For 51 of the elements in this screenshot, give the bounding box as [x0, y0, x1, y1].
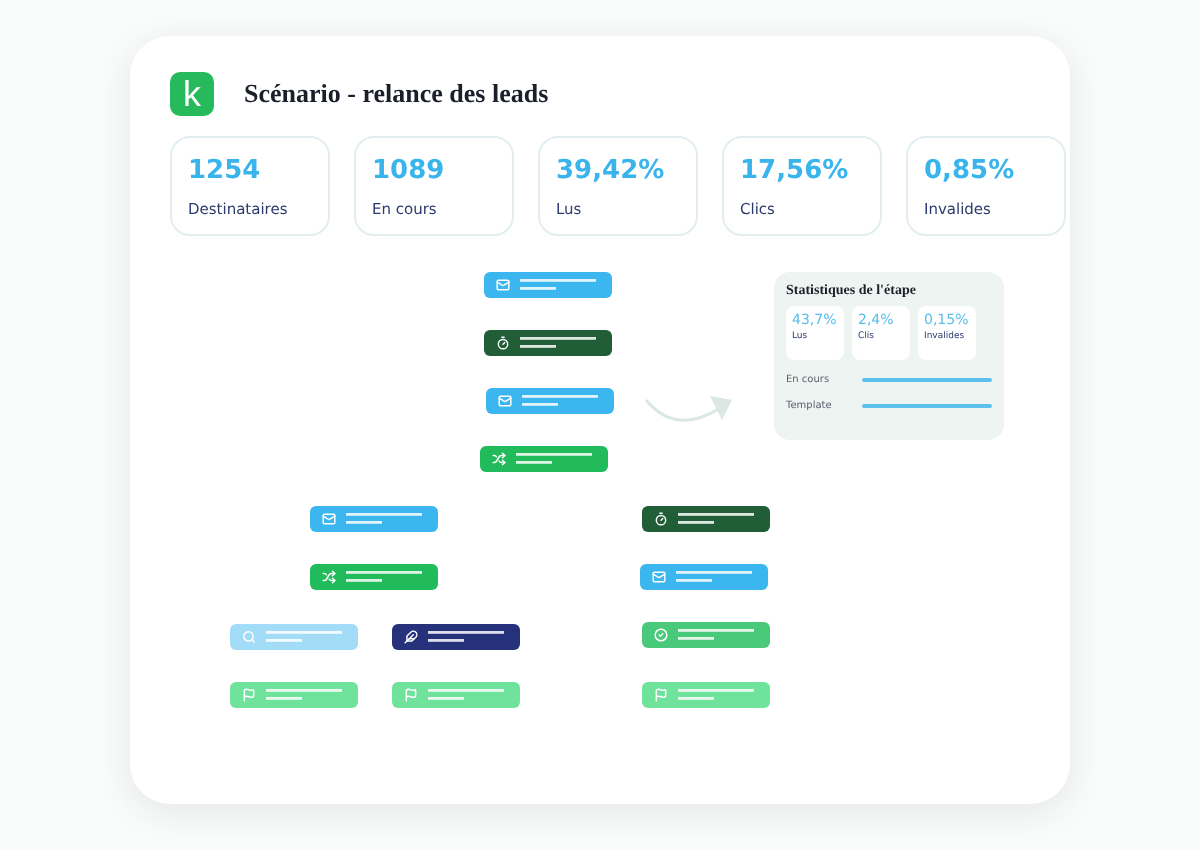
text-lines-drawing — [266, 688, 346, 702]
envelope-icon — [496, 278, 510, 292]
text-lines-drawing — [346, 570, 426, 584]
flow-node[interactable] — [640, 564, 768, 590]
text-lines-drawing — [346, 512, 426, 526]
shuffle-icon — [492, 452, 506, 466]
stat-value: 17,56% — [740, 156, 851, 186]
scenario-title: Scénario - relance des leads — [244, 78, 549, 110]
progress-line — [862, 378, 992, 382]
stat-value: 39,42% — [556, 156, 667, 186]
text-lines-drawing — [676, 570, 756, 584]
text-lines-drawing — [520, 278, 600, 292]
flow-node[interactable] — [392, 624, 520, 650]
search-icon — [242, 630, 256, 644]
text-lines-drawing — [678, 512, 758, 526]
text-lines-drawing — [428, 630, 508, 644]
flow-node[interactable] — [486, 388, 614, 414]
flow-node[interactable] — [392, 682, 520, 708]
envelope-icon — [498, 394, 512, 408]
envelope-icon — [322, 512, 336, 526]
text-lines-drawing — [678, 688, 758, 702]
text-lines-drawing — [522, 394, 602, 408]
flow-node[interactable] — [484, 272, 612, 298]
text-lines-drawing — [266, 630, 346, 644]
flow-node[interactable] — [310, 506, 438, 532]
flow-node[interactable] — [642, 506, 770, 532]
shuffle-icon — [322, 570, 336, 584]
check-circle-icon — [654, 628, 668, 642]
stopwatch-icon — [496, 336, 510, 350]
progress-line — [862, 404, 992, 408]
flag-icon — [242, 688, 256, 702]
flow-node[interactable] — [642, 622, 770, 648]
flow-node[interactable] — [230, 624, 358, 650]
flow-node[interactable] — [310, 564, 438, 590]
logo: k — [170, 72, 214, 116]
envelope-icon — [652, 570, 666, 584]
text-lines-drawing — [428, 688, 508, 702]
flow-node[interactable] — [484, 330, 612, 356]
flag-icon — [404, 688, 418, 702]
stat-value: 1089 — [372, 156, 447, 186]
flow-node[interactable] — [480, 446, 608, 472]
feather-icon — [404, 630, 418, 644]
stat-value: 1254 — [188, 156, 263, 186]
text-lines-drawing — [678, 628, 758, 642]
text-lines-drawing — [520, 336, 600, 350]
flow-node[interactable] — [230, 682, 358, 708]
flag-icon — [654, 688, 668, 702]
stat-value: 0,85% — [924, 156, 1017, 186]
text-lines-drawing — [516, 452, 596, 466]
flow-node[interactable] — [642, 682, 770, 708]
stopwatch-icon — [654, 512, 668, 526]
